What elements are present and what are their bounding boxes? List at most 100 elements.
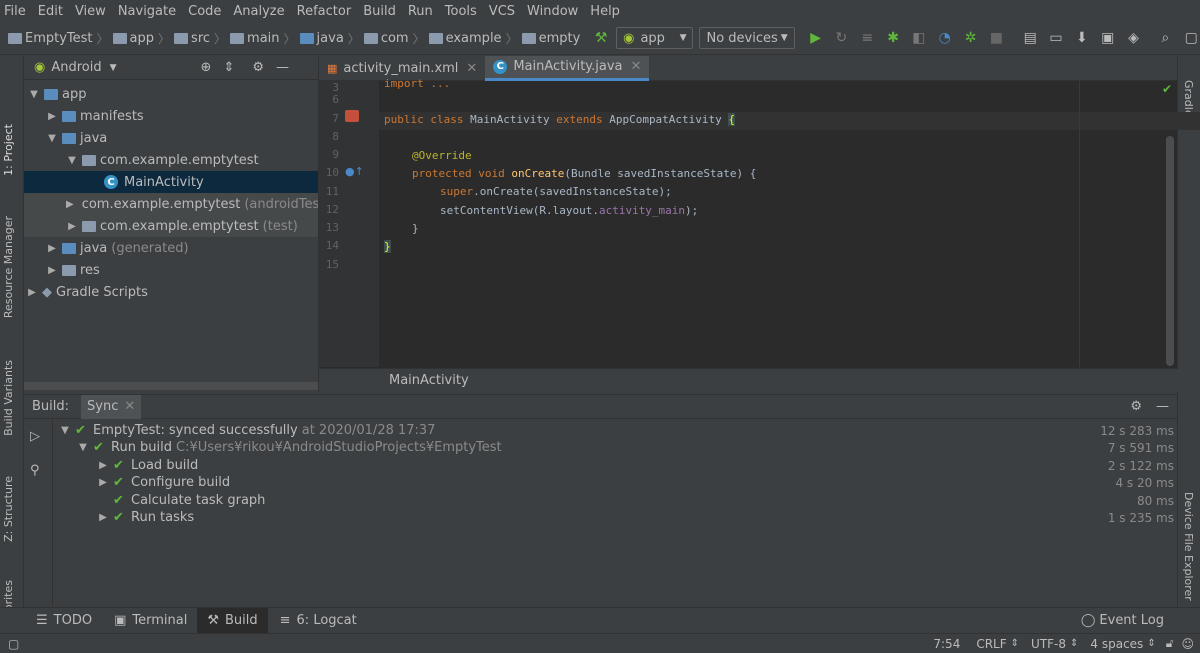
collapse-icon[interactable]: ⇕ <box>223 60 234 75</box>
tab-terminal[interactable]: ▣ Terminal <box>114 613 187 628</box>
breadcrumb-com[interactable]: com 〉 <box>363 30 425 47</box>
build-row-run-tasks[interactable]: ▶ ✔ Run tasks 1 s 235 ms <box>97 509 1178 526</box>
tree-item-mainactivity[interactable]: C MainActivity <box>24 171 318 193</box>
locate-icon[interactable]: ⊕ <box>201 60 212 75</box>
tab-todo[interactable]: ☰ TODO <box>36 613 92 628</box>
tab-structure[interactable]: Z: Structure <box>2 476 15 542</box>
menu-tools[interactable]: Tools <box>445 4 477 19</box>
menu-help[interactable]: Help <box>590 4 620 19</box>
indent-select[interactable]: 4 spaces ⇕ <box>1090 637 1155 651</box>
gradle-sync-icon[interactable]: ◈ <box>1125 29 1143 47</box>
breadcrumb-example[interactable]: example 〉 <box>428 30 518 47</box>
build-row-sync[interactable]: ▼ ✔ EmptyTest: synced successfully at 2020/0… <box>59 422 1178 439</box>
tab-resource-manager[interactable]: Resource Manager <box>2 216 15 318</box>
tab-sync[interactable]: Sync ✕ <box>81 394 142 419</box>
menu-analyze[interactable]: Analyze <box>233 4 284 19</box>
avd-manager-icon[interactable]: ▭ <box>1047 29 1065 47</box>
tool-windows-icon[interactable]: ▢ <box>8 637 19 651</box>
menu-window[interactable]: Window <box>527 4 578 19</box>
menu-navigate[interactable]: Navigate <box>118 4 176 19</box>
tree-item-gradle-scripts[interactable]: ▶ ◆ Gradle Scripts <box>26 281 148 303</box>
chevron-down-icon[interactable]: ▼ <box>110 63 117 73</box>
status-bar: ▢ 7:54 CRLF ⇕ UTF-8 ⇕ 4 spaces ⇕ 🔓︎ ☺︎ <box>0 633 1200 653</box>
tree-item-java[interactable]: ▼ java <box>46 127 107 149</box>
editor-breadcrumb[interactable]: MainActivity <box>319 368 1178 392</box>
pin-icon[interactable]: ⚲ <box>30 463 40 478</box>
run-gutter-icon[interactable] <box>345 110 359 122</box>
tree-item-app[interactable]: ▼ app <box>28 83 86 105</box>
menu-refactor[interactable]: Refactor <box>297 4 352 19</box>
apply-changes-icon[interactable]: ✲ <box>962 29 980 47</box>
left-tool-strip: 1: Project Resource Manager Build Varian… <box>0 56 24 644</box>
profile-icon[interactable]: ◔ <box>936 29 954 47</box>
package-icon <box>521 32 536 44</box>
code-line-14: } <box>384 240 391 253</box>
menu-build[interactable]: Build <box>363 4 396 19</box>
line-separator-select[interactable]: CRLF ⇕ <box>976 637 1019 651</box>
build-row-configure-build[interactable]: ▶ ✔ Configure build 4 s 20 ms <box>97 474 1178 491</box>
close-icon[interactable]: ✕ <box>466 61 477 76</box>
chevron-down-icon: ▼ <box>679 33 687 43</box>
tree-item-manifests[interactable]: ▶ manifests <box>46 105 144 127</box>
hide-icon[interactable]: — <box>276 60 289 75</box>
breadcrumb-empty[interactable]: empty <box>521 31 580 46</box>
rerun-sync-icon[interactable]: ▷ <box>30 429 40 444</box>
gear-icon[interactable]: ⚙ <box>252 60 264 75</box>
close-icon[interactable]: ✕ <box>124 399 135 414</box>
menu-run[interactable]: Run <box>408 4 433 19</box>
tab-device-file-explorer[interactable]: Device File Explorer <box>1182 492 1195 601</box>
hammer-icon: ⚒ <box>207 613 219 628</box>
debug-icon[interactable]: ✱ <box>884 29 902 47</box>
hammer-icon[interactable]: ⚒ <box>592 29 610 47</box>
menu-view[interactable]: View <box>75 4 106 19</box>
override-gutter-icon[interactable]: ●↑ <box>345 165 364 178</box>
device-select[interactable]: No devices ▼ <box>699 27 795 49</box>
rerun-icon[interactable]: ↻ <box>833 29 851 47</box>
tree-item-test-package[interactable]: ▶ com.example.emptytest (test) <box>24 215 318 237</box>
inspector-icon[interactable]: ☺︎ <box>1181 637 1194 651</box>
horizontal-scrollbar[interactable] <box>24 382 318 390</box>
tab-mainactivity-java[interactable]: C MainActivity.java ✕ <box>485 55 650 81</box>
project-view-select[interactable]: Android <box>51 60 101 75</box>
tree-item-androidtest-package[interactable]: ▶com.example.emptytest(androidTest) <box>24 193 318 215</box>
breadcrumb-project[interactable]: EmptyTest 〉 <box>8 30 109 47</box>
tree-item-res[interactable]: ▶ res <box>46 259 100 281</box>
menu-edit[interactable]: Edit <box>38 4 63 19</box>
sdk-manager-icon[interactable]: ⬇ <box>1073 29 1091 47</box>
search-icon[interactable]: ⌕ <box>1156 29 1174 47</box>
encoding-select[interactable]: UTF-8 ⇕ <box>1031 637 1078 651</box>
lock-icon[interactable]: 🔓︎ <box>1166 636 1174 651</box>
tab-build-variants[interactable]: Build Variants <box>2 360 15 436</box>
breadcrumb-src[interactable]: src 〉 <box>174 30 226 47</box>
build-row-run-build[interactable]: ▼ ✔ Run build C:¥Users¥rikou¥AndroidStudioP… <box>77 439 1178 456</box>
menu-file[interactable]: File <box>4 4 26 19</box>
tab-event-log[interactable]: ◯ Event Log <box>1081 613 1164 628</box>
tab-logcat[interactable]: ≡ 6: Logcat <box>280 613 357 628</box>
gear-icon[interactable]: ⚙ <box>1130 399 1142 414</box>
build-row-task-graph[interactable]: ✔ Calculate task graph 80 ms <box>97 492 1178 509</box>
tree-item-java-generated[interactable]: ▶ java (generated) <box>46 237 188 259</box>
close-icon[interactable]: ✕ <box>631 59 642 74</box>
caret-position[interactable]: 7:54 <box>933 637 960 651</box>
list-icon: ☰ <box>36 613 48 628</box>
inspection-ok-icon[interactable]: ✔ <box>1162 82 1172 96</box>
stop-icon[interactable]: ■ <box>987 29 1005 47</box>
hide-icon[interactable]: — <box>1156 399 1169 414</box>
tab-build[interactable]: ⚒ Build <box>197 608 268 633</box>
attach-debugger-icon[interactable]: ◧ <box>910 29 928 47</box>
breadcrumb-java[interactable]: java 〉 <box>299 30 360 47</box>
run-icon[interactable]: ▶ <box>807 29 825 47</box>
build-row-load-build[interactable]: ▶ ✔ Load build 2 s 122 ms <box>97 457 1178 474</box>
vertical-scrollbar[interactable] <box>1166 136 1174 366</box>
breadcrumb-main[interactable]: main 〉 <box>230 30 296 47</box>
layout-inspector-icon[interactable]: ▣ <box>1099 29 1117 47</box>
sync-project-icon[interactable]: ▤ <box>1021 29 1039 47</box>
tree-item-package[interactable]: ▼ com.example.emptytest <box>66 149 259 171</box>
coverage-icon[interactable]: ≡ <box>858 29 876 47</box>
breadcrumb-app[interactable]: app 〉 <box>112 30 170 47</box>
run-config-select[interactable]: ◉ app ▼ <box>616 27 694 49</box>
tab-project[interactable]: 1: Project <box>2 124 15 176</box>
menu-vcs[interactable]: VCS <box>489 4 515 19</box>
ide-update-icon[interactable]: ▢ <box>1182 29 1200 47</box>
menu-code[interactable]: Code <box>188 4 221 19</box>
